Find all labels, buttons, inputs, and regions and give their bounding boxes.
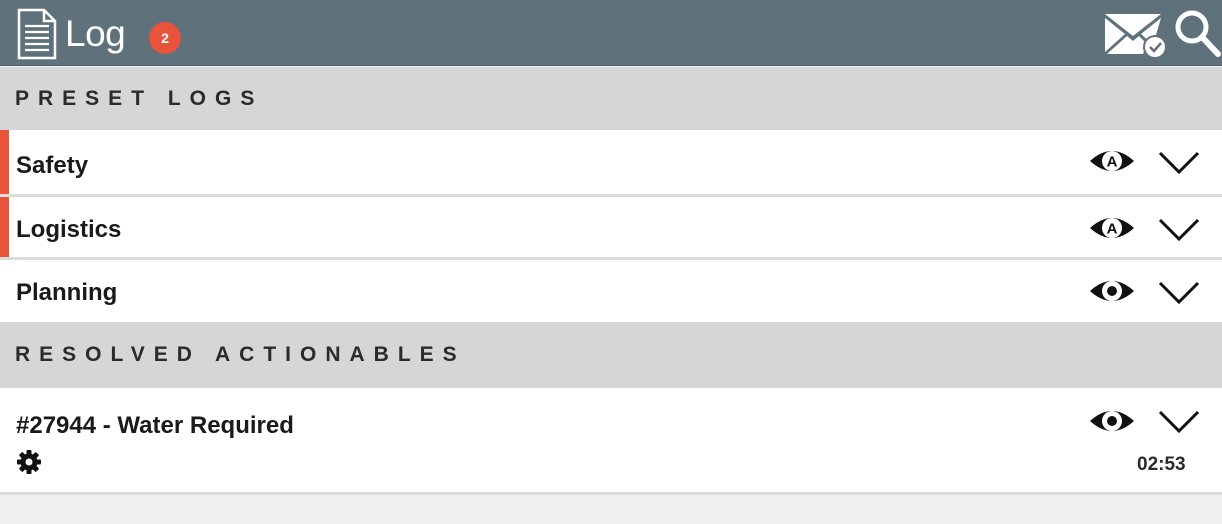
- eye-a-icon[interactable]: A: [1089, 212, 1135, 244]
- mail-check-icon[interactable]: [1103, 8, 1169, 60]
- chevron-down-icon[interactable]: [1158, 280, 1200, 306]
- preset-log-planning[interactable]: Planning: [0, 260, 1222, 322]
- notification-badge: 2: [149, 22, 181, 54]
- svg-text:A: A: [1107, 154, 1118, 171]
- flag-stripe: [0, 130, 9, 194]
- flag-stripe: [0, 197, 9, 257]
- preset-log-label: Planning: [16, 279, 118, 306]
- section-header-preset-logs: PRESET LOGS: [0, 67, 1222, 130]
- chevron-down-icon[interactable]: [1158, 217, 1200, 243]
- page-title: Log: [65, 13, 126, 54]
- actionable-title: #27944 - Water Required: [16, 412, 294, 439]
- eye-a-icon[interactable]: A: [1089, 145, 1135, 177]
- eye-icon[interactable]: [1089, 405, 1135, 437]
- app-header: Log 2: [0, 0, 1222, 66]
- actionable-time: 02:53: [1137, 454, 1186, 475]
- search-icon[interactable]: [1172, 8, 1222, 58]
- preset-log-safety[interactable]: Safety A: [0, 130, 1222, 197]
- gear-icon: [17, 450, 41, 474]
- document-icon: [17, 8, 57, 60]
- preset-log-label: Safety: [16, 152, 89, 179]
- section-header-resolved-actionables: RESOLVED ACTIONABLES: [0, 322, 1222, 388]
- actionable-item[interactable]: #27944 - Water Required 02:53: [0, 388, 1222, 495]
- preset-log-label: Logistics: [16, 216, 122, 243]
- chevron-down-icon[interactable]: [1158, 409, 1200, 435]
- chevron-down-icon[interactable]: [1158, 150, 1200, 176]
- preset-log-logistics[interactable]: Logistics A: [0, 197, 1222, 260]
- eye-icon[interactable]: [1089, 275, 1135, 307]
- svg-text:A: A: [1107, 221, 1118, 238]
